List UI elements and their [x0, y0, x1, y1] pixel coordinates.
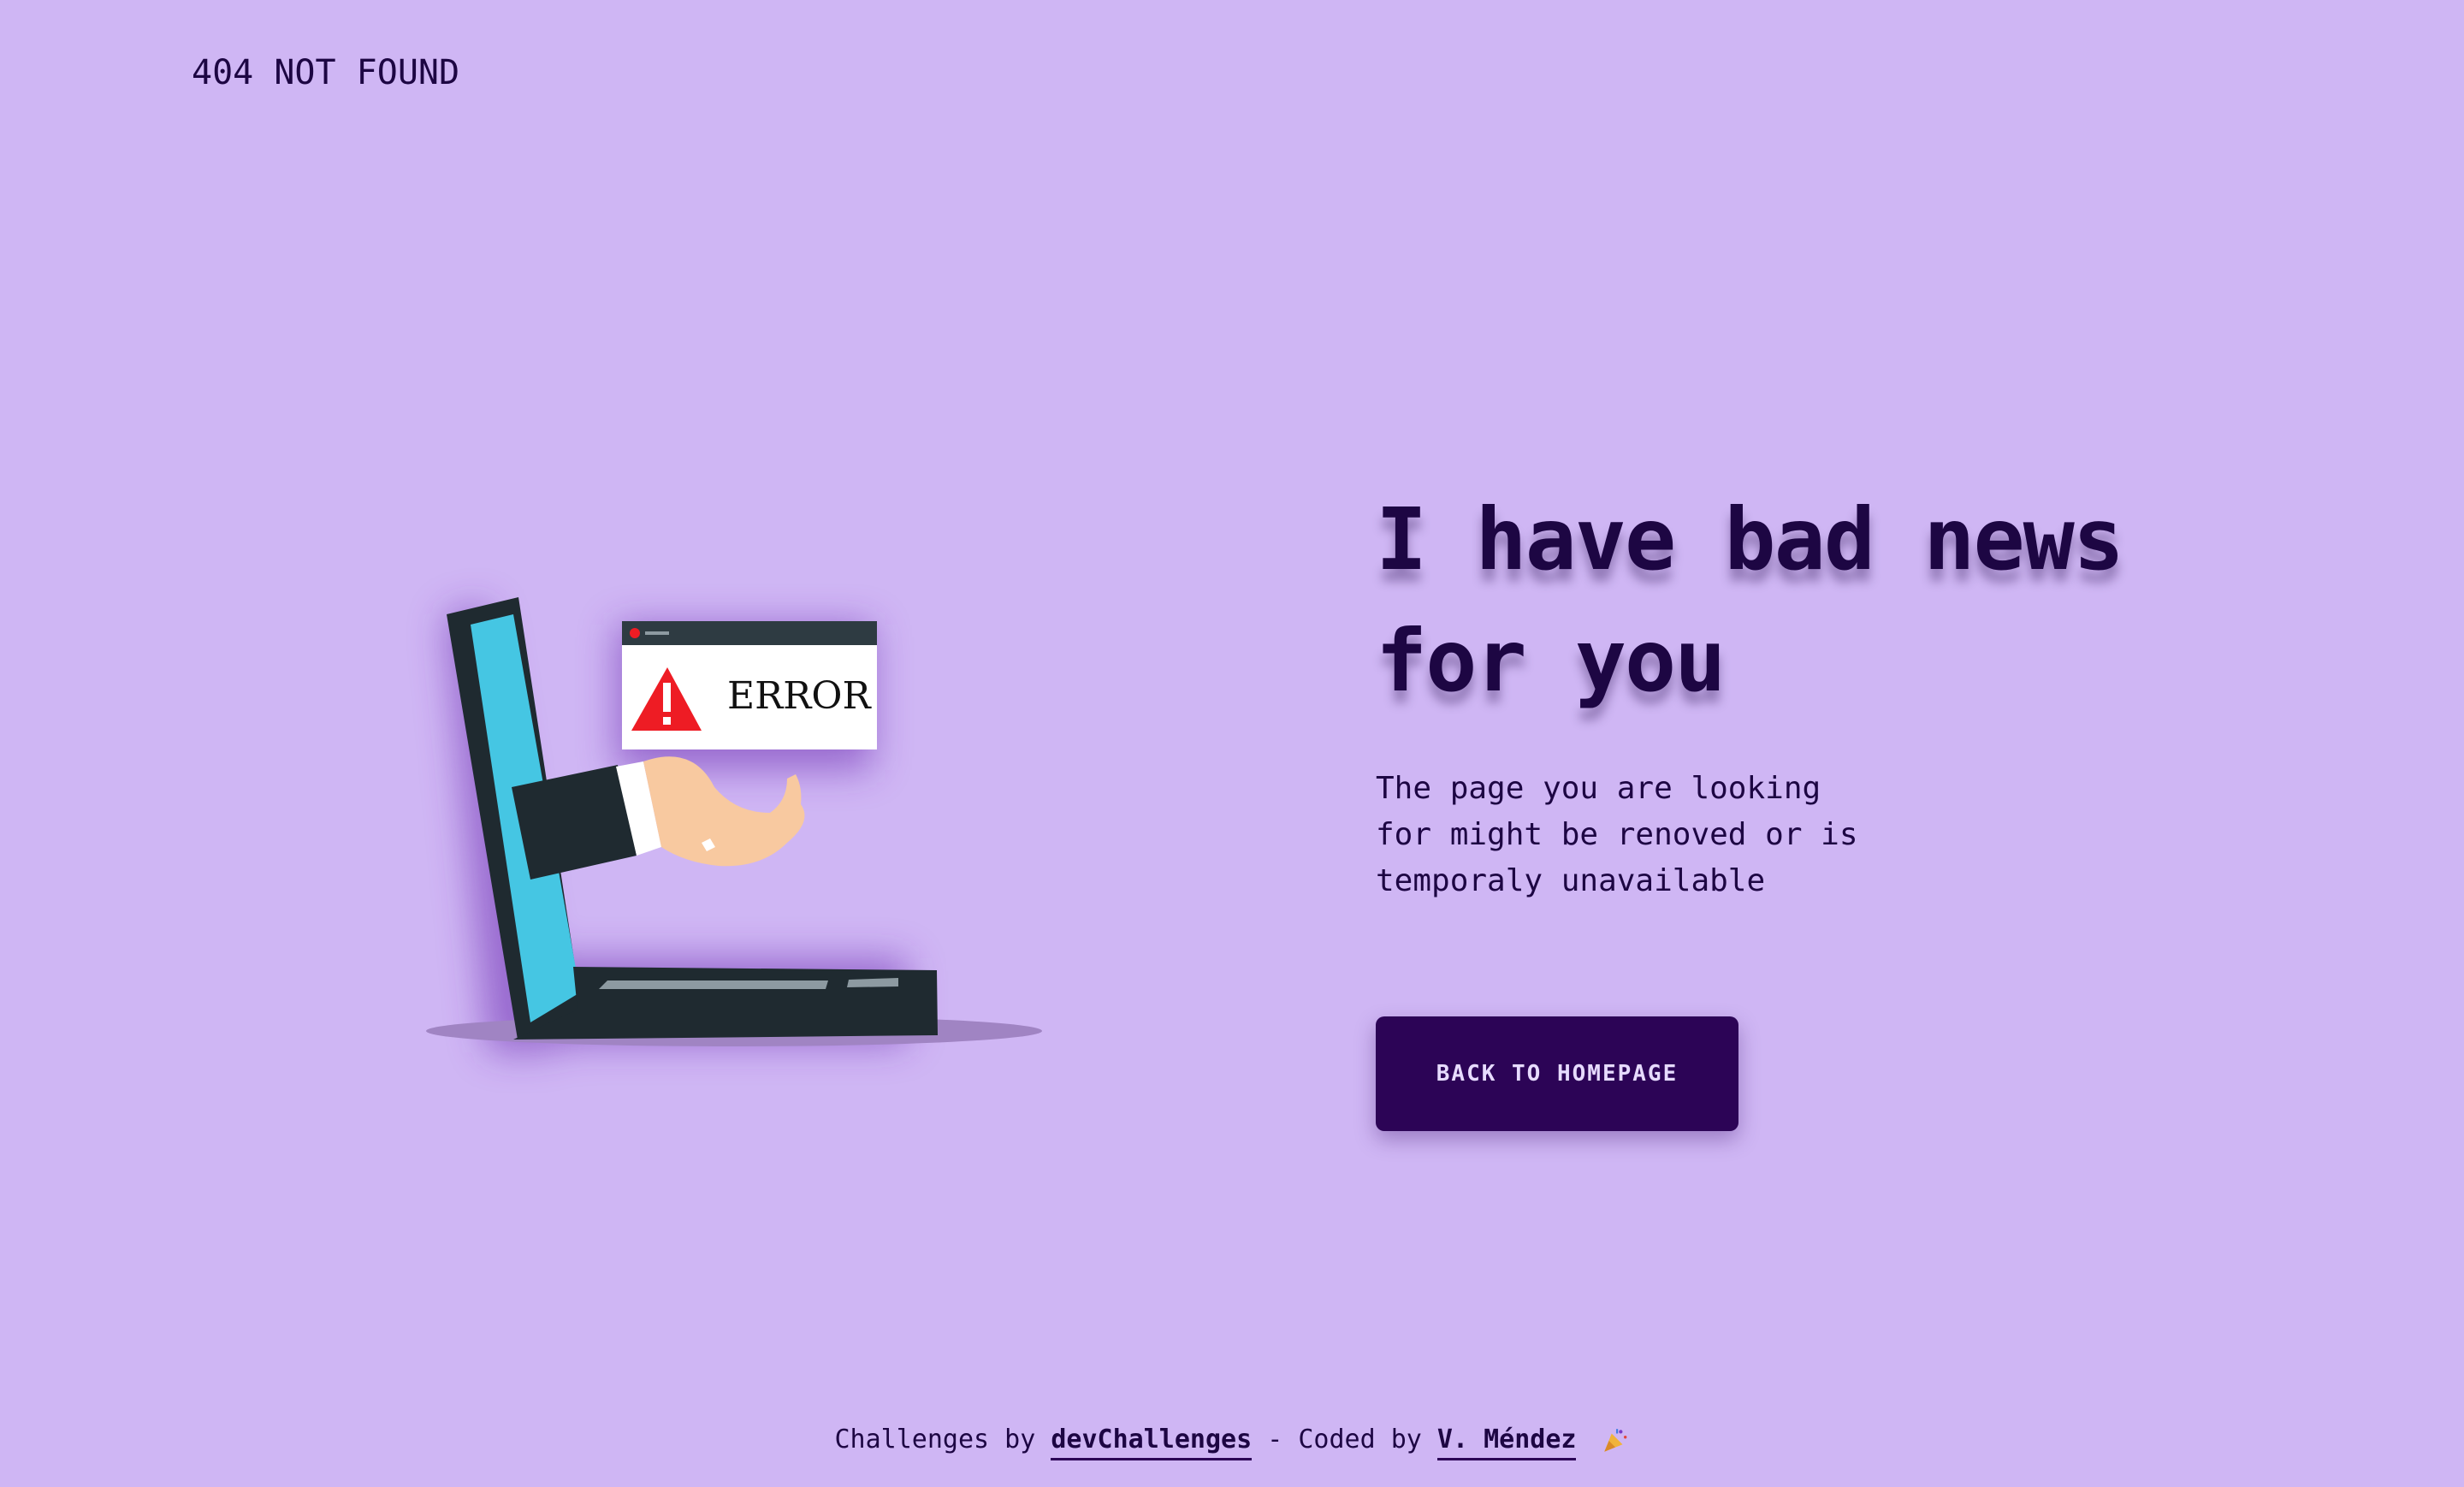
devchallenges-link[interactable]: devChallenges	[1051, 1425, 1253, 1460]
laptop-base	[513, 967, 938, 1040]
back-to-homepage-button[interactable]: BACK TO HOMEPAGE	[1376, 1016, 1738, 1131]
description-line-3: temporaly unavailable	[1376, 863, 1766, 898]
hand-arm	[512, 756, 805, 880]
party-popper-icon	[1603, 1428, 1626, 1452]
error-window: ERROR	[622, 621, 877, 749]
headline-line-1: I have bad news	[1376, 489, 2124, 589]
footer: Challenges by devChallenges - Coded by V…	[0, 1425, 2464, 1460]
error-illustration: ERROR	[411, 548, 1061, 1078]
description-line-2: for might be renoved or is	[1376, 817, 1858, 852]
error-label: ERROR	[727, 674, 872, 718]
laptop-error-svg: ERROR	[426, 597, 1042, 1052]
error-description: The page you are looking for might be re…	[1376, 766, 1906, 904]
footer-middle: - Coded by	[1252, 1425, 1437, 1454]
laptop-keyboard	[599, 980, 828, 989]
headline: I have bad news for you	[1376, 479, 2274, 722]
headline-line-2: for you	[1376, 611, 1726, 711]
brand-title: 404 NOT FOUND	[192, 53, 460, 92]
description-line-1: The page you are looking	[1376, 771, 1821, 806]
author-link[interactable]: V. Méndez	[1436, 1425, 1577, 1460]
footer-prefix: Challenges by	[834, 1425, 1051, 1454]
